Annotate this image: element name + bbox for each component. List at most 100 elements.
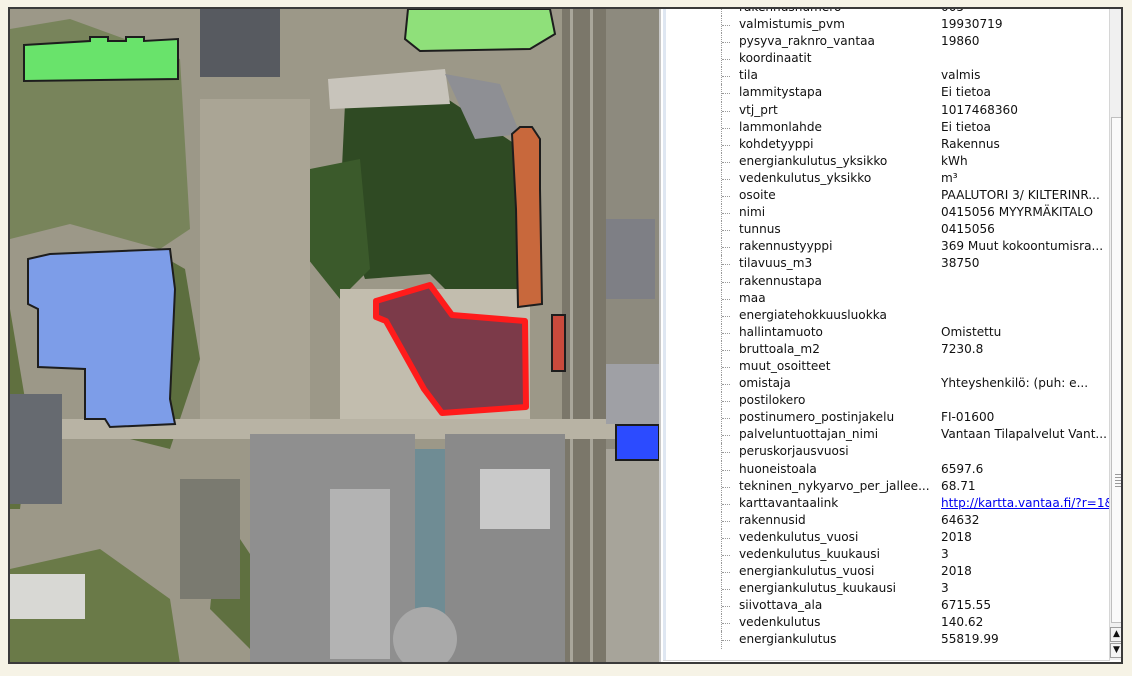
attribute-row[interactable]: muut_osoitteet <box>663 357 1109 376</box>
attribute-row[interactable]: tilavuus_m3 38750 <box>663 255 1109 273</box>
building-green-top[interactable] <box>403 9 557 53</box>
attribute-row[interactable]: vedenkulutus_yksikko m³ <box>663 169 1109 188</box>
attribute-row[interactable]: tila valmis <box>663 67 1109 85</box>
tree-connector <box>721 494 730 512</box>
attribute-row[interactable]: tekninen_nykyarvo_per_jallee... 68.71 <box>663 477 1109 495</box>
attribute-row[interactable]: rakennustyyppi 369 Muut kokoontumisra... <box>663 238 1109 256</box>
building-roof <box>10 394 62 504</box>
building-roof <box>480 469 550 529</box>
attribute-row[interactable]: energiatehokkuusluokka <box>663 306 1109 324</box>
building-green-left[interactable] <box>23 36 179 83</box>
attribute-link[interactable]: http://kartta.vantaa.fi/?r=1& <box>941 495 1109 512</box>
tree-connector <box>721 118 730 136</box>
attribute-row[interactable]: lammitystapa Ei tietoa <box>663 84 1109 102</box>
attribute-row[interactable]: huoneistoala 6597.6 <box>663 460 1109 478</box>
tree-connector <box>721 272 730 290</box>
tree-connector <box>721 238 730 256</box>
attribute-row[interactable]: siivottava_ala 6715.55 <box>663 597 1109 615</box>
attribute-row[interactable]: vedenkulutus_vuosi 2018 <box>663 528 1109 546</box>
vertical-scrollbar[interactable]: ▲ ▼ <box>1109 9 1121 660</box>
attribute-row[interactable]: vedenkulutus 140.62 <box>663 614 1109 632</box>
attribute-key: tunnus <box>739 222 781 237</box>
building-orange-tall[interactable] <box>510 126 544 309</box>
attribute-row[interactable]: pysyva_raknro_vantaa 19860 <box>663 33 1109 51</box>
attribute-value: 005 <box>941 9 1109 16</box>
identify-results-window: rakennushumero 005 valmistumis_pvm 19930719… <box>8 7 1123 664</box>
attribute-row[interactable]: rakennushumero 005 <box>663 9 1109 17</box>
tree-connector <box>721 477 730 495</box>
attribute-row[interactable]: nimi 0415056 MYYRMÄKITALO <box>663 204 1109 222</box>
attribute-tree[interactable]: rakennushumero 005 valmistumis_pvm 19930719… <box>663 9 1110 661</box>
tree-connector <box>721 392 730 410</box>
attribute-row[interactable]: rakennusid 64632 <box>663 511 1109 529</box>
attribute-key: tilavuus_m3 <box>739 256 813 271</box>
attribute-value: 38750 <box>941 256 980 271</box>
tree-connector <box>721 323 730 341</box>
attribute-row[interactable]: omistaja Yhteyshenkilö: (puh: e... <box>663 375 1109 393</box>
attribute-row[interactable]: tunnus 0415056 <box>663 221 1109 239</box>
railway <box>562 9 606 662</box>
map-canvas[interactable] <box>10 9 659 662</box>
attribute-row[interactable]: energiankulutus_kuukausi 3 <box>663 580 1109 598</box>
attribute-value: Vantaan Tilapalvelut Vant... <box>941 427 1107 442</box>
attribute-row[interactable]: koordinaatit <box>663 50 1109 68</box>
attribute-row[interactable]: postilokero <box>663 392 1109 410</box>
attribute-key: energiankulutus_kuukausi <box>739 581 896 596</box>
attribute-row[interactable]: energiankulutus 55819.99 <box>663 631 1109 649</box>
attribute-key: rakennustyyppi <box>739 239 833 254</box>
attribute-key: maa <box>739 290 766 305</box>
panel-divider[interactable] <box>659 9 661 662</box>
parking-area <box>200 99 310 419</box>
attribute-row[interactable]: bruttoala_m2 7230.8 <box>663 340 1109 358</box>
attribute-row[interactable]: lammonlahde Ei tietoa <box>663 118 1109 136</box>
building-roof <box>200 9 280 77</box>
attribute-row[interactable]: energiankulutus_yksikko kWh <box>663 152 1109 170</box>
scrollbar-grip-icon <box>1115 474 1121 488</box>
tree-connector <box>721 426 730 444</box>
building-roof <box>330 489 390 659</box>
attribute-key: vtj_prt <box>739 102 778 117</box>
attribute-row[interactable]: kohdetyyppi Rakennus <box>663 135 1109 153</box>
tree-connector <box>721 221 730 239</box>
attribute-key: tila <box>739 68 758 83</box>
tree-connector <box>721 528 730 546</box>
attribute-row[interactable]: maa <box>663 289 1109 307</box>
tree-connector <box>721 50 730 68</box>
attribute-key: postilokero <box>739 393 806 408</box>
attribute-row[interactable]: karttavantaalink http://kartta.vantaa.fi/… <box>663 494 1109 512</box>
tree-connector <box>721 546 730 564</box>
attribute-value: 1017468360 <box>941 102 1018 117</box>
attribute-row[interactable]: osoite PAALUTORI 3/ KILTERINR... <box>663 187 1109 205</box>
attribute-key: energiankulutus_yksikko <box>739 153 888 168</box>
scroll-up-button[interactable]: ▲ <box>1110 627 1121 642</box>
tree-connector <box>721 187 730 205</box>
attribute-row[interactable]: energiankulutus_vuosi 2018 <box>663 563 1109 581</box>
scroll-down-button[interactable]: ▼ <box>1110 643 1121 658</box>
attribute-row[interactable]: vtj_prt 1017468360 <box>663 101 1109 119</box>
attribute-key: nimi <box>739 205 766 220</box>
attribute-key: karttavantaalink <box>739 495 839 510</box>
identify-results-panel: rakennushumero 005 valmistumis_pvm 19930719… <box>663 9 1121 662</box>
attribute-value: 64632 <box>941 512 980 527</box>
tree-connector <box>721 9 730 17</box>
attribute-row[interactable]: vedenkulutus_kuukausi 3 <box>663 546 1109 564</box>
attribute-key: omistaja <box>739 376 791 391</box>
attribute-row[interactable]: peruskorjausvuosi <box>663 443 1109 461</box>
attribute-row[interactable]: palveluntuottajan_nimi Vantaan Tilapalvel… <box>663 426 1109 444</box>
scrollbar-thumb[interactable] <box>1111 117 1121 623</box>
tree-connector <box>721 340 730 358</box>
building-bright-blue[interactable] <box>615 424 659 461</box>
attribute-value: 68.71 <box>941 478 976 493</box>
attribute-value: 369 Muut kokoontumisra... <box>941 239 1104 254</box>
attribute-row[interactable]: postinumero_postinjakelu FI-01600 <box>663 409 1109 427</box>
tree-connector <box>721 169 730 188</box>
tree-connector <box>721 33 730 51</box>
attribute-row[interactable]: hallintamuoto Omistettu <box>663 323 1109 341</box>
attribute-row[interactable]: valmistumis_pvm 19930719 <box>663 16 1109 34</box>
building-roof <box>10 574 85 619</box>
attribute-value: kWh <box>941 153 968 168</box>
building-red-small[interactable] <box>551 314 566 372</box>
attribute-value: 19930719 <box>941 17 1003 32</box>
arrow-down-icon: ▼ <box>1113 645 1120 655</box>
attribute-row[interactable]: rakennustapa <box>663 272 1109 290</box>
